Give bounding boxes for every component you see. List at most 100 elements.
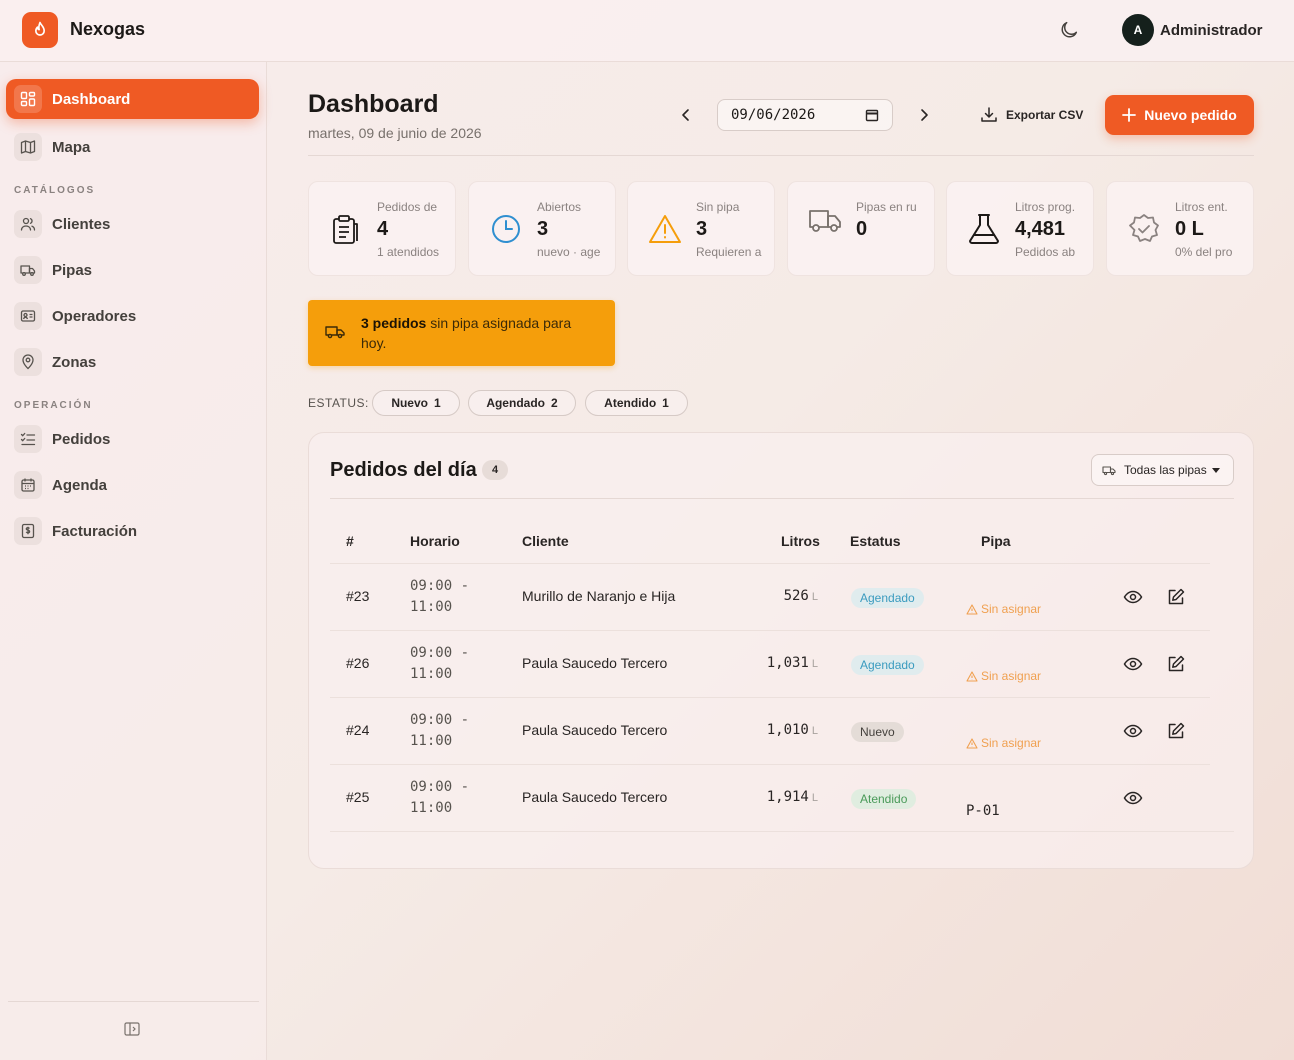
pipa-unassigned-label: Sin asignar: [981, 669, 1042, 683]
warning-icon: [966, 670, 978, 682]
stat-value: 4,481: [1015, 218, 1066, 240]
order-time: 09:00 - 11:00: [410, 779, 470, 816]
sidebar-item-label: Agenda: [52, 476, 108, 494]
sidebar-item-pipas[interactable]: Pipas: [6, 250, 259, 290]
column-header-horario[interactable]: Horario: [410, 533, 460, 549]
edit-order-button[interactable]: [1166, 721, 1186, 741]
column-header-estatus[interactable]: Estatus: [850, 533, 901, 549]
users-icon: [14, 210, 42, 238]
orders-count-badge: 4: [482, 460, 508, 480]
table-row[interactable]: #26 09:00 - 11:00 Paula Saucedo Tercero …: [330, 630, 1210, 697]
order-id: #23: [346, 588, 370, 604]
order-time: 09:00 - 11:00: [410, 712, 470, 749]
status-badge: Agendado: [851, 655, 924, 675]
column-header-litros[interactable]: Litros: [781, 533, 820, 549]
chip-count: 1: [662, 396, 669, 410]
page-date: martes, 09 de junio de 2026: [308, 125, 482, 141]
liters-unit: L: [811, 591, 818, 603]
export-csv-button[interactable]: Exportar CSV: [980, 105, 1083, 125]
liters-unit: L: [811, 658, 818, 670]
header-divider: [308, 155, 1254, 156]
user-avatar[interactable]: A: [1122, 14, 1154, 46]
sidebar-item-agenda[interactable]: Agenda: [6, 465, 259, 505]
table-row[interactable]: #23 09:00 - 11:00 Murillo de Naranjo e H…: [330, 563, 1210, 630]
status-chip-agendado[interactable]: Agendado 2: [468, 390, 576, 416]
order-liters: 1,031 L: [767, 655, 818, 671]
liters-value: 1,914: [766, 789, 809, 805]
sidebar: Dashboard Mapa CATÁLOGOS Clientes Pipas …: [0, 62, 267, 1060]
sidebar-item-mapa[interactable]: Mapa: [6, 127, 259, 167]
order-liters: 1,010 L: [767, 722, 818, 738]
collapse-sidebar-icon[interactable]: [124, 1022, 142, 1038]
sidebar-item-operadores[interactable]: Operadores: [6, 296, 259, 336]
date-picker-input[interactable]: 09/06/2026: [717, 99, 893, 131]
section-label-catalogos: CATÁLOGOS: [14, 185, 96, 196]
warning-icon: [966, 737, 978, 749]
status-badge: Nuevo: [851, 722, 904, 742]
new-order-button[interactable]: Nuevo pedido: [1105, 95, 1254, 135]
status-chip-nuevo[interactable]: Nuevo 1: [372, 390, 460, 416]
app-name[interactable]: Nexogas: [70, 19, 145, 40]
pipa-filter-dropdown[interactable]: Todas las pipas: [1091, 454, 1234, 486]
pipa-unassigned-label: Sin asignar: [981, 736, 1042, 750]
truck-icon: [325, 324, 345, 345]
truck-icon: [808, 204, 842, 238]
clipboard-icon: [329, 212, 363, 246]
sidebar-item-label: Pedidos: [52, 430, 111, 448]
view-order-button[interactable]: [1123, 788, 1143, 808]
order-liters: 1,914 L: [767, 789, 818, 805]
unassigned-alert[interactable]: 3 pedidos sin pipa asignada para hoy.: [308, 300, 615, 366]
eye-icon: [1123, 657, 1143, 671]
sidebar-item-facturacion[interactable]: Facturación: [6, 511, 259, 551]
column-header-id[interactable]: #: [346, 533, 354, 549]
dashboard-grid-icon: [14, 85, 42, 113]
stat-title: Litros prog.: [1015, 200, 1076, 214]
order-time: 09:00 - 11:00: [410, 578, 470, 615]
edit-icon: [1168, 655, 1185, 672]
orders-title: Pedidos del día: [330, 459, 477, 481]
table-row[interactable]: #25 09:00 - 11:00 Paula Saucedo Tercero …: [330, 764, 1210, 831]
sidebar-item-label: Zonas: [52, 353, 97, 371]
sidebar-item-dashboard[interactable]: Dashboard: [6, 79, 259, 119]
clock-icon: [489, 212, 523, 246]
truck-icon: [1102, 465, 1116, 475]
stat-card-abiertos: Abiertos 3 nuevo · age: [468, 181, 616, 276]
sidebar-item-label: Dashboard: [52, 90, 131, 108]
order-id: #24: [346, 722, 370, 738]
chevron-left-icon: [682, 109, 689, 121]
view-order-button[interactable]: [1123, 587, 1143, 607]
sidebar-item-clientes[interactable]: Clientes: [6, 204, 259, 244]
dark-mode-toggle-icon[interactable]: [1058, 19, 1080, 41]
column-header-pipa[interactable]: Pipa: [981, 533, 1011, 549]
flask-icon: [967, 212, 1001, 246]
calendar-icon[interactable]: [865, 108, 879, 122]
stat-card-pedidos: Pedidos de 4 1 atendidos: [308, 181, 456, 276]
stat-subtitle: 0% del pro: [1175, 245, 1233, 259]
liters-value: 1,031: [766, 655, 809, 671]
table-row[interactable]: #24 09:00 - 11:00 Paula Saucedo Tercero …: [330, 697, 1210, 764]
previous-day-button[interactable]: [675, 104, 697, 126]
sidebar-divider: [8, 1001, 259, 1002]
view-order-button[interactable]: [1123, 721, 1143, 741]
stat-value: 0: [856, 218, 868, 240]
pipa-filter-value: Todas las pipas: [1124, 463, 1207, 477]
truck-icon: [14, 256, 42, 284]
eye-icon: [1123, 791, 1143, 805]
user-name[interactable]: Administrador: [1160, 22, 1263, 39]
plus-icon: [1122, 108, 1137, 122]
status-badge: Agendado: [851, 588, 924, 608]
flame-logo-icon[interactable]: [22, 12, 58, 48]
stat-title: Litros ent.: [1175, 200, 1228, 214]
order-liters: 526 L: [784, 588, 818, 604]
status-chip-atendido[interactable]: Atendido 1: [585, 390, 688, 416]
edit-order-button[interactable]: [1166, 654, 1186, 674]
liters-unit: L: [811, 725, 818, 737]
invoice-icon: [14, 517, 42, 545]
sidebar-item-zonas[interactable]: Zonas: [6, 342, 259, 382]
sidebar-item-pedidos[interactable]: Pedidos: [6, 419, 259, 459]
next-day-button[interactable]: [913, 104, 935, 126]
edit-order-button[interactable]: [1166, 587, 1186, 607]
column-header-cliente[interactable]: Cliente: [522, 533, 569, 549]
view-order-button[interactable]: [1123, 654, 1143, 674]
warning-icon: [966, 603, 978, 615]
